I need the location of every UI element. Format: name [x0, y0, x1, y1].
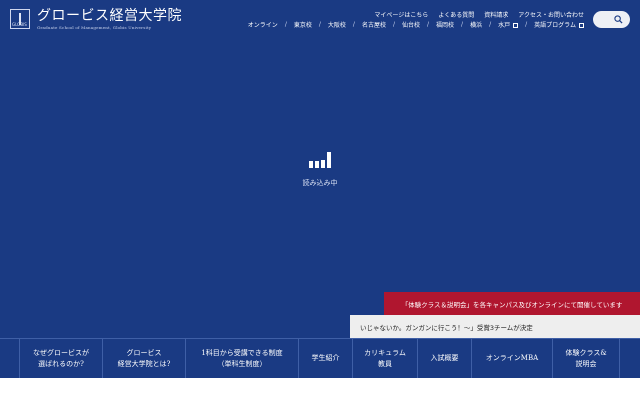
event-banner[interactable]: 「体験クラス＆説明会」を各キャンパス及びオンラインにて開催しています [384, 292, 640, 315]
nav-separator: / [427, 21, 430, 28]
logo-subtitle: Graduate School of Management, Globis Un… [37, 25, 152, 30]
util-link-access[interactable]: アクセス・お問い合わせ [518, 10, 584, 19]
bottom-nav-spacer [620, 339, 640, 378]
nav-item-online[interactable]: オンライン [248, 20, 278, 29]
bottom-nav-spacer [0, 339, 20, 378]
logo-title: グロービス経営大学院 [37, 8, 182, 24]
search-button[interactable] [593, 11, 630, 28]
nav-item-english-label: 英語プログラム [534, 22, 576, 29]
bottom-nav-online-mba[interactable]: オンラインMBA [472, 339, 553, 378]
bottom-nav-students[interactable]: 学生紹介 [299, 339, 353, 378]
nav-item-yokohama[interactable]: 横浜 [470, 20, 482, 29]
nav-separator: / [284, 21, 287, 28]
hero-area: GLOBIS グロービス経営大学院 Graduate School of Man… [0, 0, 640, 338]
nav-item-sendai[interactable]: 仙台校 [402, 20, 420, 29]
nav-item-mito[interactable]: 水戸 [498, 20, 519, 29]
news-banner[interactable]: いじゃないか。ガンガンに行こう！〜」受賞3チームが決定 [350, 315, 640, 338]
nav-separator: / [461, 21, 464, 28]
bottom-nav-about[interactable]: グロービス 経営大学院とは? [103, 339, 186, 378]
nav-separator: / [525, 21, 528, 28]
external-link-icon [579, 23, 584, 28]
loading-text: 読み込み中 [302, 179, 338, 187]
nav-separator: / [352, 21, 355, 28]
nav-separator: / [392, 21, 395, 28]
bottom-nav-trial-class[interactable]: 体験クラス& 説明会 [553, 339, 620, 378]
nav-item-fukuoka[interactable]: 福岡校 [436, 20, 454, 29]
bottom-nav: なぜグロービスが 選ばれるのか? グロービス 経営大学院とは? 1科目から受講で… [0, 338, 640, 378]
utility-nav: マイページはこちら よくある質問 資料請求 アクセス・お問い合わせ [374, 10, 584, 19]
bottom-nav-single-course[interactable]: 1科目から受講できる制度 （単科生制度） [186, 339, 299, 378]
external-link-icon [513, 23, 519, 28]
logo-mark-icon: GLOBIS [10, 9, 30, 29]
nav-item-osaka[interactable]: 大阪校 [328, 20, 346, 29]
search-icon [614, 15, 623, 24]
nav-separator: / [318, 21, 321, 28]
util-link-mypage[interactable]: マイページはこちら [374, 10, 428, 19]
campus-nav: オンライン / 東京校 / 大阪校 / 名古屋校 / 仙台校 / 福岡校 / 横… [248, 20, 584, 29]
nav-item-mito-label: 水戸 [498, 22, 511, 29]
nav-item-english[interactable]: 英語プログラム [534, 20, 584, 29]
logo[interactable]: GLOBIS グロービス経営大学院 Graduate School of Man… [10, 8, 182, 30]
util-link-faq[interactable]: よくある質問 [438, 10, 474, 19]
bottom-nav-curriculum[interactable]: カリキュラム 教員 [353, 339, 418, 378]
nav-item-tokyo[interactable]: 東京校 [294, 20, 312, 29]
bottom-nav-admissions[interactable]: 入試概要 [418, 339, 472, 378]
nav-separator: / [489, 21, 492, 28]
bottom-nav-why-globis[interactable]: なぜグロービスが 選ばれるのか? [20, 339, 103, 378]
page-footer-area [0, 378, 640, 400]
util-link-brochure[interactable]: 資料請求 [484, 10, 508, 19]
loading-spinner-icon [309, 152, 331, 168]
nav-item-nagoya[interactable]: 名古屋校 [362, 20, 386, 29]
